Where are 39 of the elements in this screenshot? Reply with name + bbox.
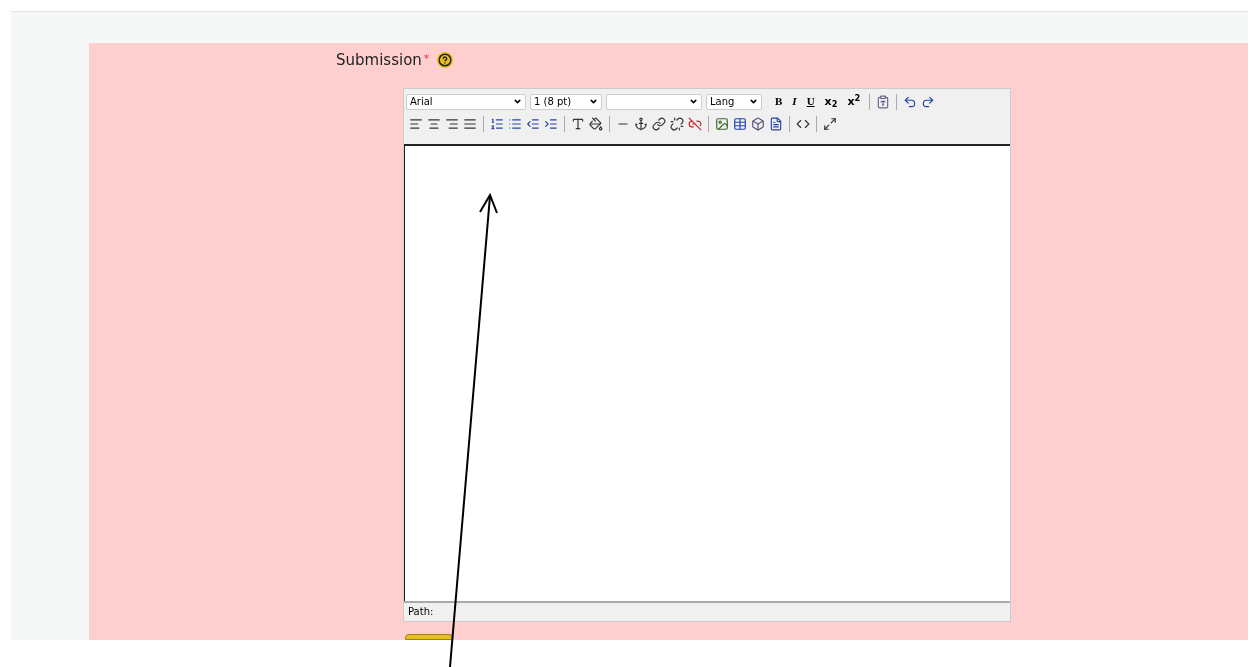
required-mark: * [423,51,430,67]
numbered-list-icon[interactable] [490,116,504,131]
bullet-list-icon[interactable] [508,116,522,131]
italic-button[interactable]: I [789,96,800,107]
caret-icon [589,97,598,106]
document-icon[interactable] [769,116,783,131]
underline-button[interactable]: U [803,96,818,107]
text-color-icon[interactable] [571,116,585,131]
caret-icon [689,97,698,106]
help-icon[interactable] [437,52,454,69]
remove-link-icon[interactable] [688,116,702,131]
bold-button[interactable]: B [772,96,786,107]
box-icon[interactable] [751,116,765,131]
field-label: Submission [336,50,422,71]
caret-icon [513,97,522,106]
align-justify-icon[interactable] [463,116,477,131]
caret-icon [749,97,758,106]
align-center-icon[interactable] [427,116,441,131]
sup-button[interactable]: x$^{2}$ [844,96,864,107]
undo-icon[interactable] [903,94,918,109]
indent-icon[interactable] [544,116,558,131]
paste-icon[interactable] [876,94,891,109]
outdent-icon[interactable] [526,116,540,131]
redo-icon[interactable] [921,94,936,109]
font-select[interactable]: Arial [406,93,526,110]
unlink-icon[interactable] [670,116,684,131]
language-select[interactable]: Lang [706,93,762,110]
link-icon[interactable] [652,116,666,131]
badge-icon [405,634,453,640]
align-left-icon[interactable] [409,116,423,131]
paint-bucket-icon[interactable] [589,116,603,131]
fullscreen-icon[interactable] [823,116,837,131]
anchor-icon[interactable] [634,116,648,131]
table-icon[interactable] [733,116,747,131]
path-label: Path: [408,605,434,619]
image-icon[interactable] [715,116,729,131]
align-right-icon[interactable] [445,116,459,131]
sub-button[interactable]: x$_{2}$ [821,96,841,107]
size-select[interactable]: 1 (8 pt) [530,93,602,110]
